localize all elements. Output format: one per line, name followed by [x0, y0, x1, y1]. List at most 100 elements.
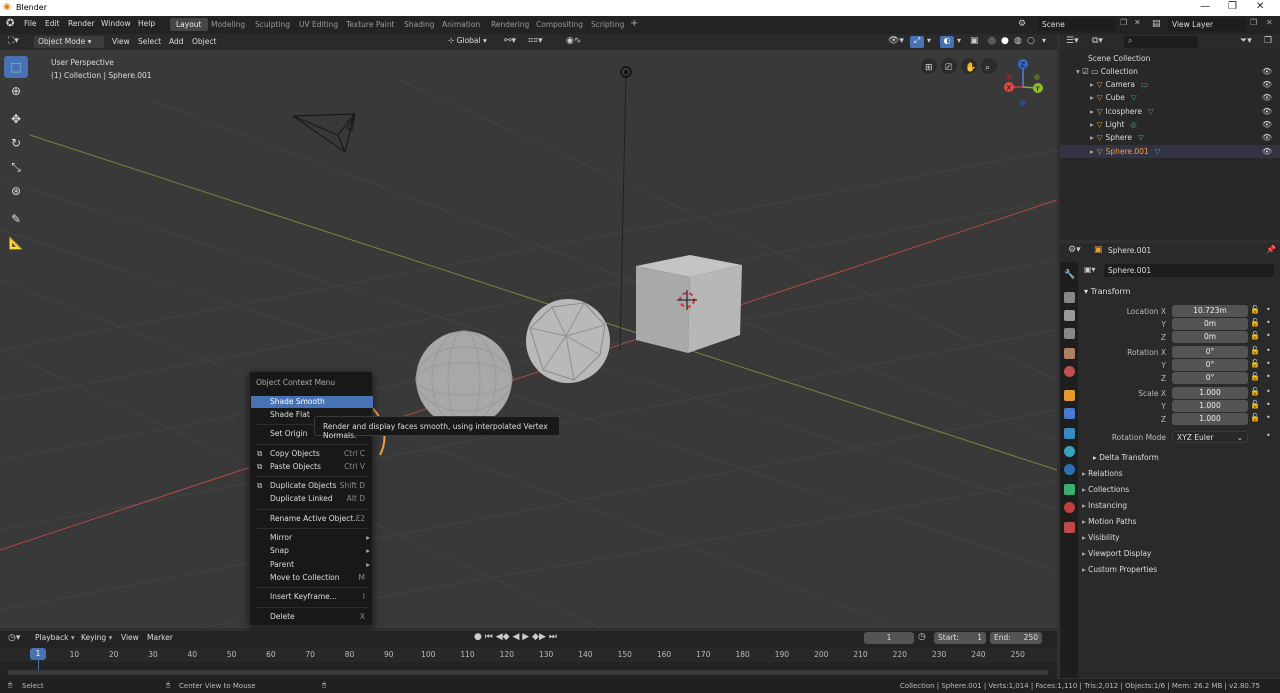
gizmo-dropdown-icon[interactable]: ▾	[927, 36, 931, 45]
lock-icon[interactable]: 🔓	[1250, 318, 1260, 327]
filter-icon[interactable]: ⏷▾	[1240, 36, 1252, 46]
scene-collection-row[interactable]: Scene Collection	[1060, 52, 1280, 65]
solid-shading-icon[interactable]: ●	[1001, 36, 1009, 46]
keyframe-dot-icon[interactable]: •	[1266, 359, 1271, 368]
pin-icon[interactable]: 📌	[1266, 245, 1276, 254]
measure-tool[interactable]: 📐	[4, 232, 28, 254]
lock-icon[interactable]: 🔓	[1250, 359, 1260, 368]
tab-rendering[interactable]: Rendering	[485, 18, 535, 31]
timeline-menu-keying[interactable]: Keying ▾	[81, 633, 112, 642]
lock-icon[interactable]: 🔓	[1250, 413, 1260, 422]
panel-motion-paths[interactable]: ▸ Motion Paths	[1082, 517, 1136, 526]
context-menu-item-snap[interactable]: Snap ▸	[251, 545, 373, 557]
view-layer-field[interactable]: View Layer	[1168, 18, 1246, 31]
orientation-dropdown[interactable]: ⊹ Global ▾	[448, 36, 487, 45]
remove-view-layer-icon[interactable]: ✕	[1266, 18, 1273, 27]
tab-sculpting[interactable]: Sculpting	[249, 18, 296, 31]
mesh-icon[interactable]: ▽	[1148, 107, 1154, 116]
timeline-scrollbar[interactable]	[8, 670, 1048, 675]
context-menu-item-move-to-collection[interactable]: Move to Collection M	[251, 572, 373, 584]
keyframe-dot-icon[interactable]: •	[1266, 318, 1271, 327]
panel-viewport-display[interactable]: ▸ Viewport Display	[1082, 549, 1151, 558]
tab-texture-paint[interactable]: Texture Paint	[340, 18, 400, 31]
eye-icon[interactable]: 👁	[1262, 118, 1272, 131]
panel-collections[interactable]: ▸ Collections	[1082, 485, 1129, 494]
material-shading-icon[interactable]: ◍	[1014, 36, 1022, 46]
select-box-tool[interactable]: ⬚	[4, 56, 28, 78]
snap-icon[interactable]: ⌗⌗▾	[528, 36, 543, 46]
eye-icon[interactable]: 👁	[1262, 131, 1272, 144]
location-x-field[interactable]: 10.723m	[1172, 305, 1248, 317]
move-tool[interactable]: ✥	[4, 108, 28, 130]
physics-tab-icon[interactable]	[1064, 446, 1075, 457]
wireframe-shading-icon[interactable]: ◎	[988, 36, 996, 46]
outliner-item-cube[interactable]: ▸ ▽ Cube ▽ 👁	[1060, 91, 1280, 104]
lock-icon[interactable]: 🔓	[1250, 400, 1260, 409]
tab-animation[interactable]: Animation	[436, 18, 486, 31]
menu-window[interactable]: Window	[101, 19, 131, 28]
context-menu-item-delete[interactable]: Delete X	[251, 611, 373, 623]
scale-y-field[interactable]: 1.000	[1172, 400, 1248, 412]
checkbox-icon[interactable]: ☑	[1082, 67, 1089, 76]
keyframe-dot-icon[interactable]: •	[1266, 331, 1271, 340]
close-icon[interactable]: ✕	[1256, 1, 1264, 12]
proportional-edit-icon[interactable]: ◉∿	[566, 36, 581, 46]
timeline-menu-view[interactable]: View	[121, 633, 139, 642]
lock-icon[interactable]: 🔓	[1250, 346, 1260, 355]
timeline-menu-playback[interactable]: Playback ▾	[35, 633, 75, 642]
jump-end-icon[interactable]: ⏭	[549, 632, 557, 642]
pivot-icon[interactable]: ⚯▾	[504, 36, 516, 46]
location-y-field[interactable]: 0m	[1172, 318, 1248, 330]
location-z-field[interactable]: 0m	[1172, 331, 1248, 343]
object-type-icon[interactable]: ▣▾	[1084, 265, 1096, 274]
overlays-toggle-icon[interactable]: ◐	[940, 36, 954, 48]
outliner-item-camera[interactable]: ▸ ▽ Camera ▭ 👁	[1060, 78, 1280, 91]
eye-icon[interactable]: 👁	[1262, 65, 1272, 78]
view-menu[interactable]: View	[112, 37, 130, 46]
outliner-search-input[interactable]: ⌕	[1124, 36, 1198, 48]
remove-scene-icon[interactable]: ✕	[1134, 18, 1141, 27]
new-scene-icon[interactable]: ❐	[1120, 18, 1127, 27]
outliner-editor-type-icon[interactable]: ☰▾	[1066, 36, 1079, 46]
lock-icon[interactable]: 🔓	[1250, 387, 1260, 396]
object-name-field[interactable]: Sphere.001	[1104, 264, 1274, 277]
keyframe-dot-icon[interactable]: •	[1266, 431, 1271, 440]
menu-render[interactable]: Render	[68, 19, 95, 28]
minimize-icon[interactable]: —	[1200, 1, 1210, 12]
playhead[interactable]: 1	[30, 648, 46, 660]
scene-field[interactable]: Scene	[1038, 18, 1116, 31]
context-menu-item-copy-objects[interactable]: ⧉ Copy Objects Ctrl C	[251, 448, 373, 460]
end-frame-field[interactable]: End: 250	[990, 632, 1042, 644]
outliner-item-icosphere[interactable]: ▸ ▽ Icosphere ▽ 👁	[1060, 105, 1280, 118]
keyframe-dot-icon[interactable]: •	[1266, 413, 1271, 422]
collection-row[interactable]: ▾ ☑ ▭ Collection 👁	[1060, 65, 1280, 78]
rotation-x-field[interactable]: 0°	[1172, 346, 1248, 358]
camera-icon[interactable]: ▭	[1141, 80, 1148, 89]
expand-icon[interactable]: ▾	[1076, 67, 1080, 76]
rendered-shading-icon[interactable]: ○	[1027, 36, 1035, 46]
shading-dropdown-icon[interactable]: ▾	[1042, 36, 1046, 45]
new-view-layer-icon[interactable]: ❐	[1250, 18, 1257, 27]
constraints-tab-icon[interactable]	[1064, 464, 1075, 475]
rotation-y-field[interactable]: 0°	[1172, 359, 1248, 371]
select-menu[interactable]: Select	[138, 37, 161, 46]
texture-tab-icon[interactable]	[1064, 522, 1075, 533]
tab-modeling[interactable]: Modeling	[205, 18, 251, 31]
mesh-icon[interactable]: ▽	[1131, 93, 1137, 102]
3d-viewport[interactable]: Z Y X ⊞ ⎚ ✋ ⌕	[0, 50, 1057, 628]
keyframe-dot-icon[interactable]: •	[1266, 346, 1271, 355]
record-icon[interactable]: ●	[474, 632, 482, 642]
data-tab-icon[interactable]	[1064, 484, 1075, 495]
context-menu-item-parent[interactable]: Parent ▸	[251, 559, 373, 571]
start-frame-field[interactable]: Start: 1	[934, 632, 986, 644]
visibility-icon[interactable]: 👁▾	[888, 36, 904, 46]
viewport-nav-buttons[interactable]: ⊞ ⎚ ✋ ⌕	[921, 58, 997, 74]
eye-icon[interactable]: 👁	[1262, 105, 1272, 118]
light-icon[interactable]: ◎	[1130, 120, 1137, 129]
tab-scripting[interactable]: Scripting	[585, 18, 630, 31]
material-tab-icon[interactable]	[1064, 502, 1075, 513]
lock-icon[interactable]: 🔓	[1250, 331, 1260, 340]
menu-edit[interactable]: Edit	[45, 19, 60, 28]
timeline-editor-type-icon[interactable]: ◷▾	[8, 633, 20, 643]
panel-instancing[interactable]: ▸ Instancing	[1082, 501, 1127, 510]
